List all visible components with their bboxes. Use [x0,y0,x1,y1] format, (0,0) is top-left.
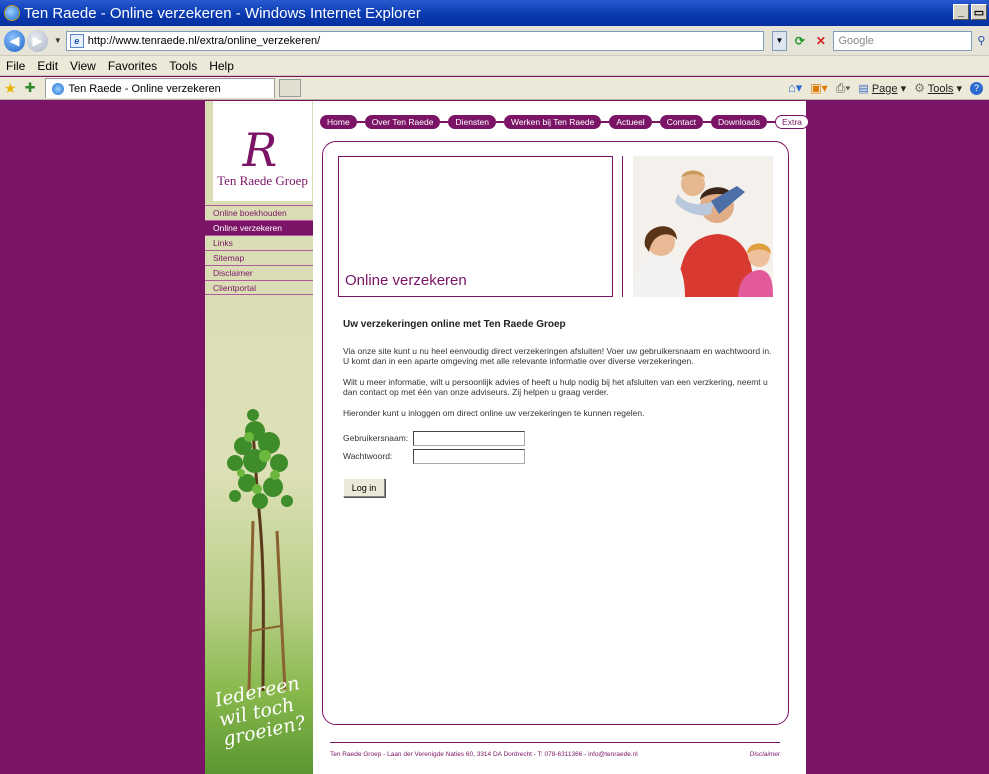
search-input[interactable]: Google [833,30,972,51]
menu-file[interactable]: File [6,59,25,73]
site-logo[interactable]: R Ten Raede Groep [213,101,312,201]
history-dropdown-icon[interactable]: ▼ [54,36,62,45]
print-icon[interactable]: ⎙▾ [836,81,851,96]
footer-divider [330,742,780,743]
nav-werken-bij[interactable]: Werken bij Ten Raede [504,115,602,129]
nav-connector [496,121,504,123]
url-text: http://www.tenraede.nl/extra/online_verz… [87,34,321,47]
logo-name: Ten Raede Groep [217,173,308,188]
password-label: Wachtwoord: [343,451,393,461]
page-title: Online verzekeren [345,272,467,289]
password-field[interactable] [413,448,525,464]
menu-edit[interactable]: Edit [37,59,58,73]
window-titlebar: Ten Raede - Online verzekeren - Windows … [0,0,989,26]
header-divider [622,156,623,297]
stop-icon[interactable]: ✕ [812,32,829,50]
back-button[interactable]: ◀ [4,29,25,52]
command-bar: ⌂▾ ▣▾ ⎙▾ ▤ Page ▾ ⚙ Tools ▾ ? [788,80,983,96]
nav-extra[interactable]: Extra [775,115,809,129]
nav-connector [440,121,449,123]
url-dropdown-icon[interactable]: ▼ [771,30,788,51]
menu-view[interactable]: View [70,59,96,73]
nav-connector [356,121,365,123]
ie-logo-icon [4,5,20,21]
nav-home[interactable]: Home [320,115,357,129]
address-bar: ◀ ▶ ▼ e http://www.tenraede.nl/extra/onl… [0,26,989,56]
tab-active[interactable]: Ten Raede - Online verzekeren [45,78,276,98]
article: Uw verzekeringen online met Ten Raede Gr… [343,320,773,497]
username-row: Gebruikersnaam: [343,429,773,447]
page-menu-label: Page [871,82,898,95]
menu-favorites[interactable]: Favorites [108,59,157,73]
page-icon: e [69,33,84,48]
top-nav: Home Over Ten Raede Diensten Werken bij … [320,115,809,129]
sidenav-item-sitemap[interactable]: Sitemap [205,250,313,265]
article-paragraph: Wilt u meer informatie, wilt u persoonli… [343,377,768,397]
sidenav-item-clientportal[interactable]: Clientportal [205,280,313,295]
nav-connector [702,121,711,123]
window-title: Ten Raede - Online verzekeren - Windows … [24,4,421,22]
web-page: R Ten Raede Groep Online boekhouden Onli… [0,101,989,774]
tree-illustration [227,409,293,691]
page-menu-icon: ▤ [858,82,869,95]
tools-menu[interactable]: ⚙ Tools ▾ [914,81,962,95]
menu-bar: File Edit View Favorites Tools Help [0,56,989,76]
forward-button[interactable]: ▶ [26,29,48,52]
favorites-star-icon[interactable]: ★ [4,80,17,97]
footer-disclaimer-link[interactable]: Disclaimer [750,751,780,758]
restore-button[interactable]: ▭ [971,4,987,20]
username-field[interactable] [413,430,525,446]
side-nav: Online boekhouden Online verzekeren Link… [205,205,313,295]
sidenav-item-online-verzekeren[interactable]: Online verzekeren [205,220,313,235]
minimize-button[interactable]: _ [953,4,969,20]
article-heading: Uw verzekeringen online met Ten Raede Gr… [343,319,566,330]
feeds-icon[interactable]: ▣▾ [810,81,827,95]
sidenav-item-disclaimer[interactable]: Disclaimer [205,265,313,280]
add-favorite-icon[interactable]: ✚ [25,80,36,96]
window-controls: _ ▭ [953,4,987,20]
left-column: R Ten Raede Groep Online boekhouden Onli… [205,101,313,774]
tools-gear-icon: ⚙ [914,81,925,95]
help-icon[interactable]: ? [970,81,983,95]
article-paragraph: Hieronder kunt u inloggen om direct onli… [343,408,645,418]
nav-over-ten-raede[interactable]: Over Ten Raede [364,115,441,129]
tab-bar: ★ ✚ Ten Raede - Online verzekeren ⌂▾ ▣▾ … [0,77,989,100]
tab-label: Ten Raede - Online verzekeren [68,82,221,95]
nav-actueel[interactable]: Actueel [609,115,652,129]
refresh-icon[interactable]: ⟳ [791,32,808,50]
new-tab-button[interactable] [279,79,302,97]
footer: Ten Raede Groep - Laan der Verenigde Nat… [330,751,780,758]
nav-contact[interactable]: Contact [659,115,703,129]
search-icon[interactable]: ⚲ [974,32,989,50]
page-menu[interactable]: ▤ Page ▾ [858,82,906,95]
nav-connector [767,121,776,123]
tools-menu-label: Tools [927,83,954,95]
password-row: Wachtwoord: [343,447,773,465]
nav-connector [601,121,610,123]
home-icon[interactable]: ⌂▾ [788,80,802,96]
family-photo [633,156,773,297]
nav-downloads[interactable]: Downloads [710,115,768,129]
sidenav-item-online-boekhouden[interactable]: Online boekhouden [205,205,313,220]
sidenav-item-links[interactable]: Links [205,235,313,250]
nav-connector [651,121,660,123]
footer-address: Ten Raede Groep - Laan der Verenigde Nat… [330,751,638,758]
url-field[interactable]: e http://www.tenraede.nl/extra/online_ve… [65,30,764,51]
main-content: Home Over Ten Raede Diensten Werken bij … [313,101,809,774]
login-button[interactable]: Log in [343,478,385,497]
nav-diensten[interactable]: Diensten [448,115,496,129]
login-form: Gebruikersnaam: Wachtwoord: Log in [343,429,773,497]
article-paragraph: Via onze site kunt u nu heel eenvoudig d… [343,346,772,366]
logo-letter: R [242,123,278,177]
username-label: Gebruikersnaam: [343,433,409,443]
menu-help[interactable]: Help [209,59,234,73]
page-header-box: Online verzekeren [338,156,613,297]
tab-page-icon [52,82,65,95]
menu-tools[interactable]: Tools [169,59,197,73]
search-placeholder: Google [838,34,874,47]
